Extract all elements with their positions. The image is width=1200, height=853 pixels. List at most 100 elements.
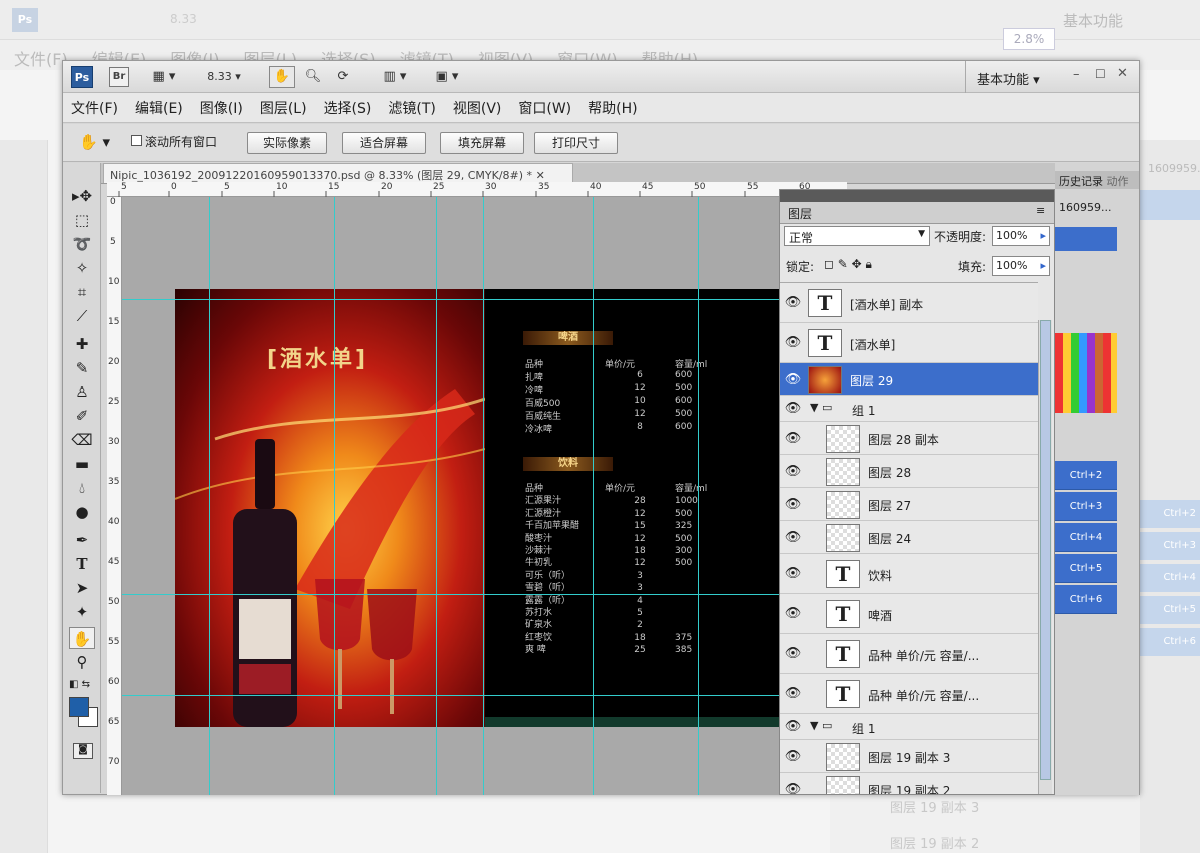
layer-row[interactable]: 👁︎ T 啤酒: [780, 594, 1038, 634]
view-extras-button[interactable]: ▦ ▾: [145, 66, 183, 88]
minimize-icon[interactable]: –: [1073, 67, 1080, 82]
channel-shortcut[interactable]: Ctrl+3: [1055, 492, 1117, 521]
visibility-eye-icon[interactable]: 👁︎: [783, 431, 803, 447]
visibility-eye-icon[interactable]: 👁︎: [783, 686, 803, 702]
document-tab[interactable]: Nipic_1036192_20091220160959013370.psd @…: [103, 163, 573, 183]
guide-horizontal[interactable]: [122, 695, 782, 696]
lock-icons[interactable]: ◻ ✎ ✥ 🔒︎: [824, 257, 872, 272]
menu-layer[interactable]: 图层(L): [260, 98, 307, 118]
channel-shortcut[interactable]: Ctrl+4: [1055, 523, 1117, 552]
layer-row[interactable]: 👁︎ 图层 27: [780, 488, 1038, 521]
panel-menu-icon[interactable]: ≡: [1036, 204, 1045, 217]
layer-row[interactable]: 👁︎ T [酒水单]: [780, 323, 1038, 363]
guide-vertical[interactable]: [483, 197, 484, 795]
visibility-eye-icon[interactable]: 👁︎: [783, 646, 803, 662]
visibility-eye-icon[interactable]: 👁︎: [783, 782, 803, 795]
history-brush-icon[interactable]: ✐: [69, 405, 95, 427]
history-snapshot-label[interactable]: 160959...: [1059, 201, 1111, 214]
guide-vertical[interactable]: [334, 197, 335, 795]
visibility-eye-icon[interactable]: 👁︎: [783, 719, 803, 735]
layer-row[interactable]: 👁︎ T 饮料: [780, 554, 1038, 594]
default-colors-icon[interactable]: ◧ ⇆: [69, 679, 90, 690]
close-tab-icon[interactable]: ✕: [536, 169, 545, 182]
layer-row[interactable]: 👁︎ ▼ ▭ 组 1: [780, 714, 1038, 740]
visibility-eye-icon[interactable]: 👁︎: [783, 464, 803, 480]
zoom-tool-icon[interactable]: ⚲: [69, 651, 95, 673]
close-icon[interactable]: ✕: [1117, 66, 1128, 81]
layer-row[interactable]: 👁︎ 图层 29: [780, 363, 1038, 396]
swatches-grid[interactable]: [1055, 333, 1117, 413]
path-selection-icon[interactable]: ➤: [69, 577, 95, 599]
fill-screen-button[interactable]: 填充屏幕: [440, 132, 524, 154]
layer-row[interactable]: 👁︎ 图层 28: [780, 455, 1038, 488]
layer-row[interactable]: 👁︎ 图层 24: [780, 521, 1038, 554]
blur-tool-icon[interactable]: 💧︎: [69, 477, 95, 499]
visibility-eye-icon[interactable]: 👁︎: [783, 295, 803, 311]
history-panel-tab[interactable]: 历史记录 动作: [1055, 171, 1139, 189]
brush-tool-icon[interactable]: ✎: [69, 357, 95, 379]
print-size-button[interactable]: 打印尺寸: [534, 132, 618, 154]
menu-filter[interactable]: 滤镜(T): [388, 98, 435, 118]
menu-help[interactable]: 帮助(H): [588, 98, 637, 118]
guide-vertical[interactable]: [593, 197, 594, 795]
quick-mask-icon[interactable]: ◙: [73, 743, 93, 759]
eyedropper-icon[interactable]: ⟋: [69, 305, 95, 327]
crop-tool-icon[interactable]: ⌗: [69, 281, 95, 303]
magic-wand-icon[interactable]: ✧: [69, 257, 95, 279]
menu-view[interactable]: 视图(V): [453, 98, 502, 118]
folder-icon[interactable]: ▼ ▭: [810, 401, 832, 414]
workspace-switcher[interactable]: 基本功能 ▾: [977, 69, 1040, 88]
guide-vertical[interactable]: [209, 197, 210, 795]
fill-input[interactable]: 100% ▸: [992, 256, 1050, 276]
visibility-eye-icon[interactable]: 👁︎: [783, 401, 803, 417]
zoom-tool-icon[interactable]: 🔍︎: [301, 66, 325, 88]
layer-row[interactable]: 👁︎ ▼ ▭ 组 1: [780, 396, 1038, 422]
menu-file[interactable]: 文件(F): [71, 98, 118, 118]
visibility-eye-icon[interactable]: 👁︎: [783, 497, 803, 513]
menu-image[interactable]: 图像(I): [200, 98, 243, 118]
visibility-eye-icon[interactable]: 👁︎: [783, 530, 803, 546]
maximize-icon[interactable]: ☐: [1095, 67, 1106, 81]
layers-tab[interactable]: 图层 ≡: [780, 202, 1054, 224]
fit-screen-button[interactable]: 适合屏幕: [342, 132, 426, 154]
channel-shortcut[interactable]: Ctrl+5: [1055, 554, 1117, 583]
hand-tool-icon[interactable]: ✋: [69, 627, 95, 649]
visibility-eye-icon[interactable]: 👁︎: [783, 749, 803, 765]
menu-select[interactable]: 选择(S): [324, 98, 372, 118]
scroll-all-checkbox[interactable]: [131, 135, 142, 146]
move-tool-icon[interactable]: ▸✥: [69, 185, 95, 207]
rotate-view-icon[interactable]: ⟳: [331, 66, 355, 88]
guide-vertical[interactable]: [436, 197, 437, 795]
visibility-eye-icon[interactable]: 👁︎: [783, 566, 803, 582]
tool-preset-hand-icon[interactable]: ✋ ▾: [79, 133, 110, 151]
gradient-tool-icon[interactable]: ▬: [69, 453, 95, 475]
guide-vertical[interactable]: [698, 197, 699, 795]
pen-tool-icon[interactable]: ✒: [69, 529, 95, 551]
actual-pixels-button[interactable]: 实际像素: [247, 132, 327, 154]
shape-tool-icon[interactable]: ✦: [69, 601, 95, 623]
lasso-tool-icon[interactable]: ➰: [69, 233, 95, 255]
clone-stamp-icon[interactable]: ♙: [69, 381, 95, 403]
guide-horizontal[interactable]: [122, 594, 782, 595]
folder-icon[interactable]: ▼ ▭: [810, 719, 832, 732]
marquee-tool-icon[interactable]: ⬚: [69, 209, 95, 231]
channel-shortcut[interactable]: Ctrl+6: [1055, 585, 1117, 614]
menu-window[interactable]: 窗口(W): [518, 98, 571, 118]
zoom-level-select[interactable]: 8.33 ▾: [199, 66, 249, 88]
layer-row[interactable]: 👁︎ T 品种 单价/元 容量/...: [780, 634, 1038, 674]
visibility-eye-icon[interactable]: 👁︎: [783, 335, 803, 351]
layer-row[interactable]: 👁︎ T [酒水单] 副本: [780, 283, 1038, 323]
layer-row[interactable]: 👁︎ T 品种 单价/元 容量/...: [780, 674, 1038, 714]
healing-brush-icon[interactable]: ✚: [69, 333, 95, 355]
layers-scrollbar[interactable]: [1038, 320, 1052, 794]
type-tool-icon[interactable]: T: [69, 553, 95, 575]
eraser-icon[interactable]: ⌫: [69, 429, 95, 451]
layer-row[interactable]: 👁︎ 图层 19 副本 3: [780, 740, 1038, 773]
layer-row[interactable]: 👁︎ 图层 19 副本 2: [780, 773, 1038, 794]
menu-edit[interactable]: 编辑(E): [135, 98, 183, 118]
blend-mode-select[interactable]: 正常 ▼: [784, 226, 930, 246]
bridge-button[interactable]: Br: [109, 67, 129, 87]
guide-horizontal[interactable]: [122, 299, 782, 300]
visibility-eye-icon[interactable]: 👁︎: [783, 606, 803, 622]
visibility-eye-icon[interactable]: 👁︎: [783, 372, 803, 388]
